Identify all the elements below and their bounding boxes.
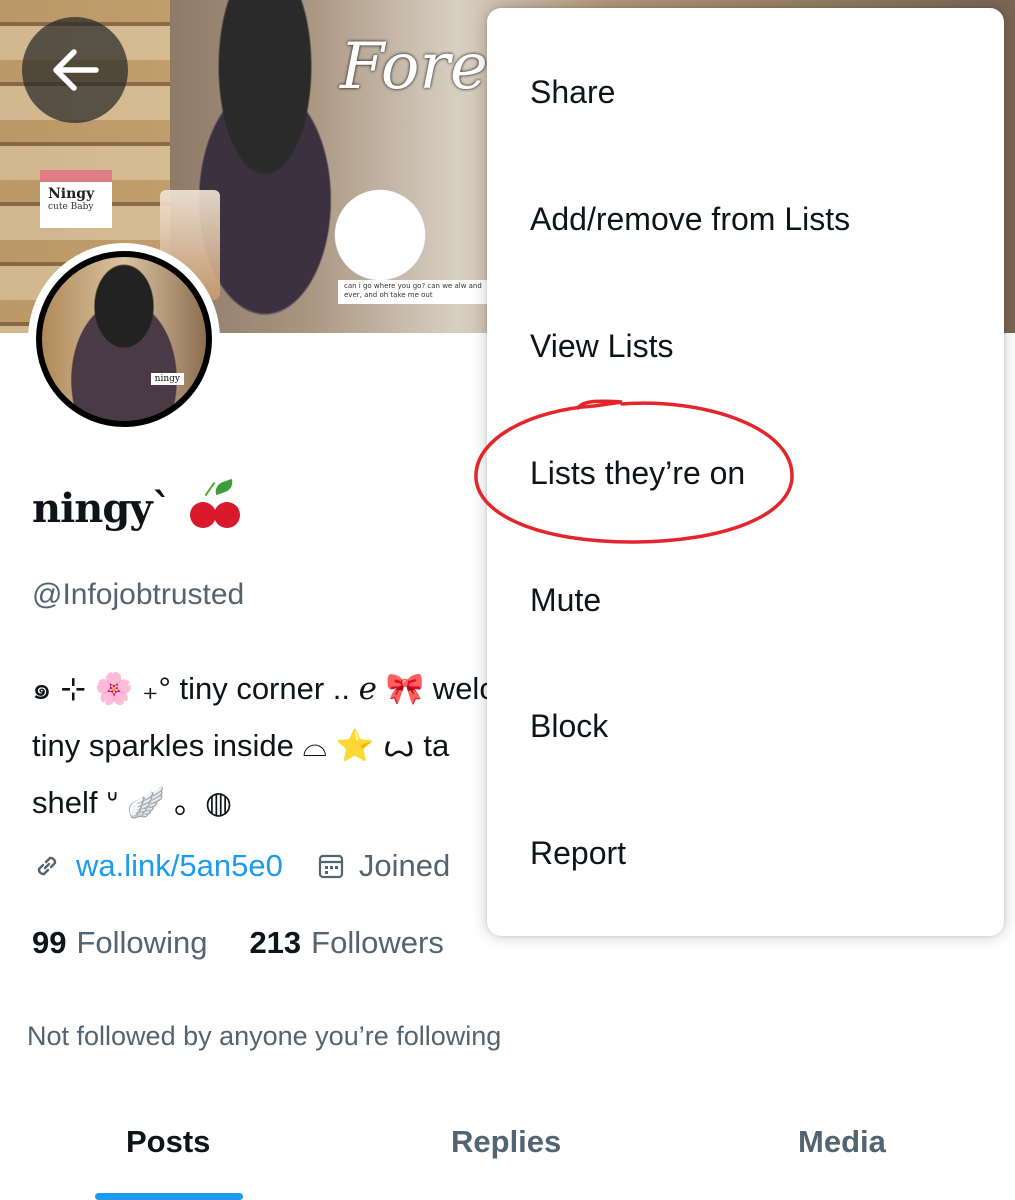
profile-bio: ๑ ⊹ 🌸 ₊° tiny corner .. ℯ 🎀 welc tiny sp…	[32, 660, 492, 831]
user-handle: @Infojobtrusted	[32, 578, 245, 611]
tab-media[interactable]: Media	[798, 1124, 886, 1160]
display-name-text: ningy`	[32, 485, 172, 532]
display-name: ningy`	[32, 478, 244, 532]
back-button[interactable]	[22, 17, 128, 123]
followers-label: Followers	[311, 925, 444, 960]
website-link[interactable]: wa.link/5an5e0	[76, 848, 283, 884]
banner-cream	[320, 180, 440, 290]
menu-item-view-lists[interactable]: View Lists	[530, 328, 673, 365]
bio-line: tiny sparkles inside ⌓ ⭐ ꙍ ta	[32, 728, 450, 763]
following-link[interactable]: 99 Following	[32, 925, 207, 960]
follow-stats: 99 Following 213 Followers	[32, 925, 444, 961]
avatar[interactable]: ningy	[28, 243, 220, 435]
followers-count: 213	[249, 925, 302, 960]
avatar-tag: ningy	[150, 373, 184, 385]
cherry-icon	[188, 478, 244, 528]
link-icon	[37, 856, 57, 876]
menu-item-add-remove-lists[interactable]: Add/remove from Lists	[530, 201, 850, 238]
active-tab-indicator	[95, 1193, 243, 1200]
followers-link[interactable]: 213 Followers	[249, 925, 443, 960]
bio-line: ๑ ⊹ 🌸 ₊° tiny corner .. ℯ 🎀 welc	[32, 671, 492, 706]
tab-posts[interactable]: Posts	[126, 1124, 210, 1160]
calendar-icon	[318, 854, 343, 879]
bio-line: shelf ᐡ 🪽 。◍	[32, 785, 233, 820]
not-followed-notice: Not followed by anyone you’re following	[27, 1021, 502, 1051]
highlight-circle-annotation	[474, 399, 794, 544]
following-count: 99	[32, 925, 67, 960]
menu-item-mute[interactable]: Mute	[530, 582, 601, 619]
menu-item-report[interactable]: Report	[530, 835, 626, 872]
banner-sticker-line1: Ningy	[48, 186, 95, 202]
menu-item-share[interactable]: Share	[530, 74, 615, 111]
menu-item-block[interactable]: Block	[530, 708, 608, 745]
following-label: Following	[76, 925, 208, 960]
banner-caption: can i go where you go? can we alw and ev…	[338, 280, 488, 304]
avatar-image: ningy	[36, 251, 212, 427]
banner-sticker: Ningy cute Baby	[40, 170, 112, 228]
banner-sticker-line2: cute Baby	[48, 202, 94, 212]
arrow-left-icon	[53, 49, 99, 91]
joined-date: Joined	[358, 848, 451, 883]
tab-replies[interactable]: Replies	[451, 1124, 561, 1160]
profile-meta: wa.link/5an5e0 Joined	[32, 848, 450, 884]
